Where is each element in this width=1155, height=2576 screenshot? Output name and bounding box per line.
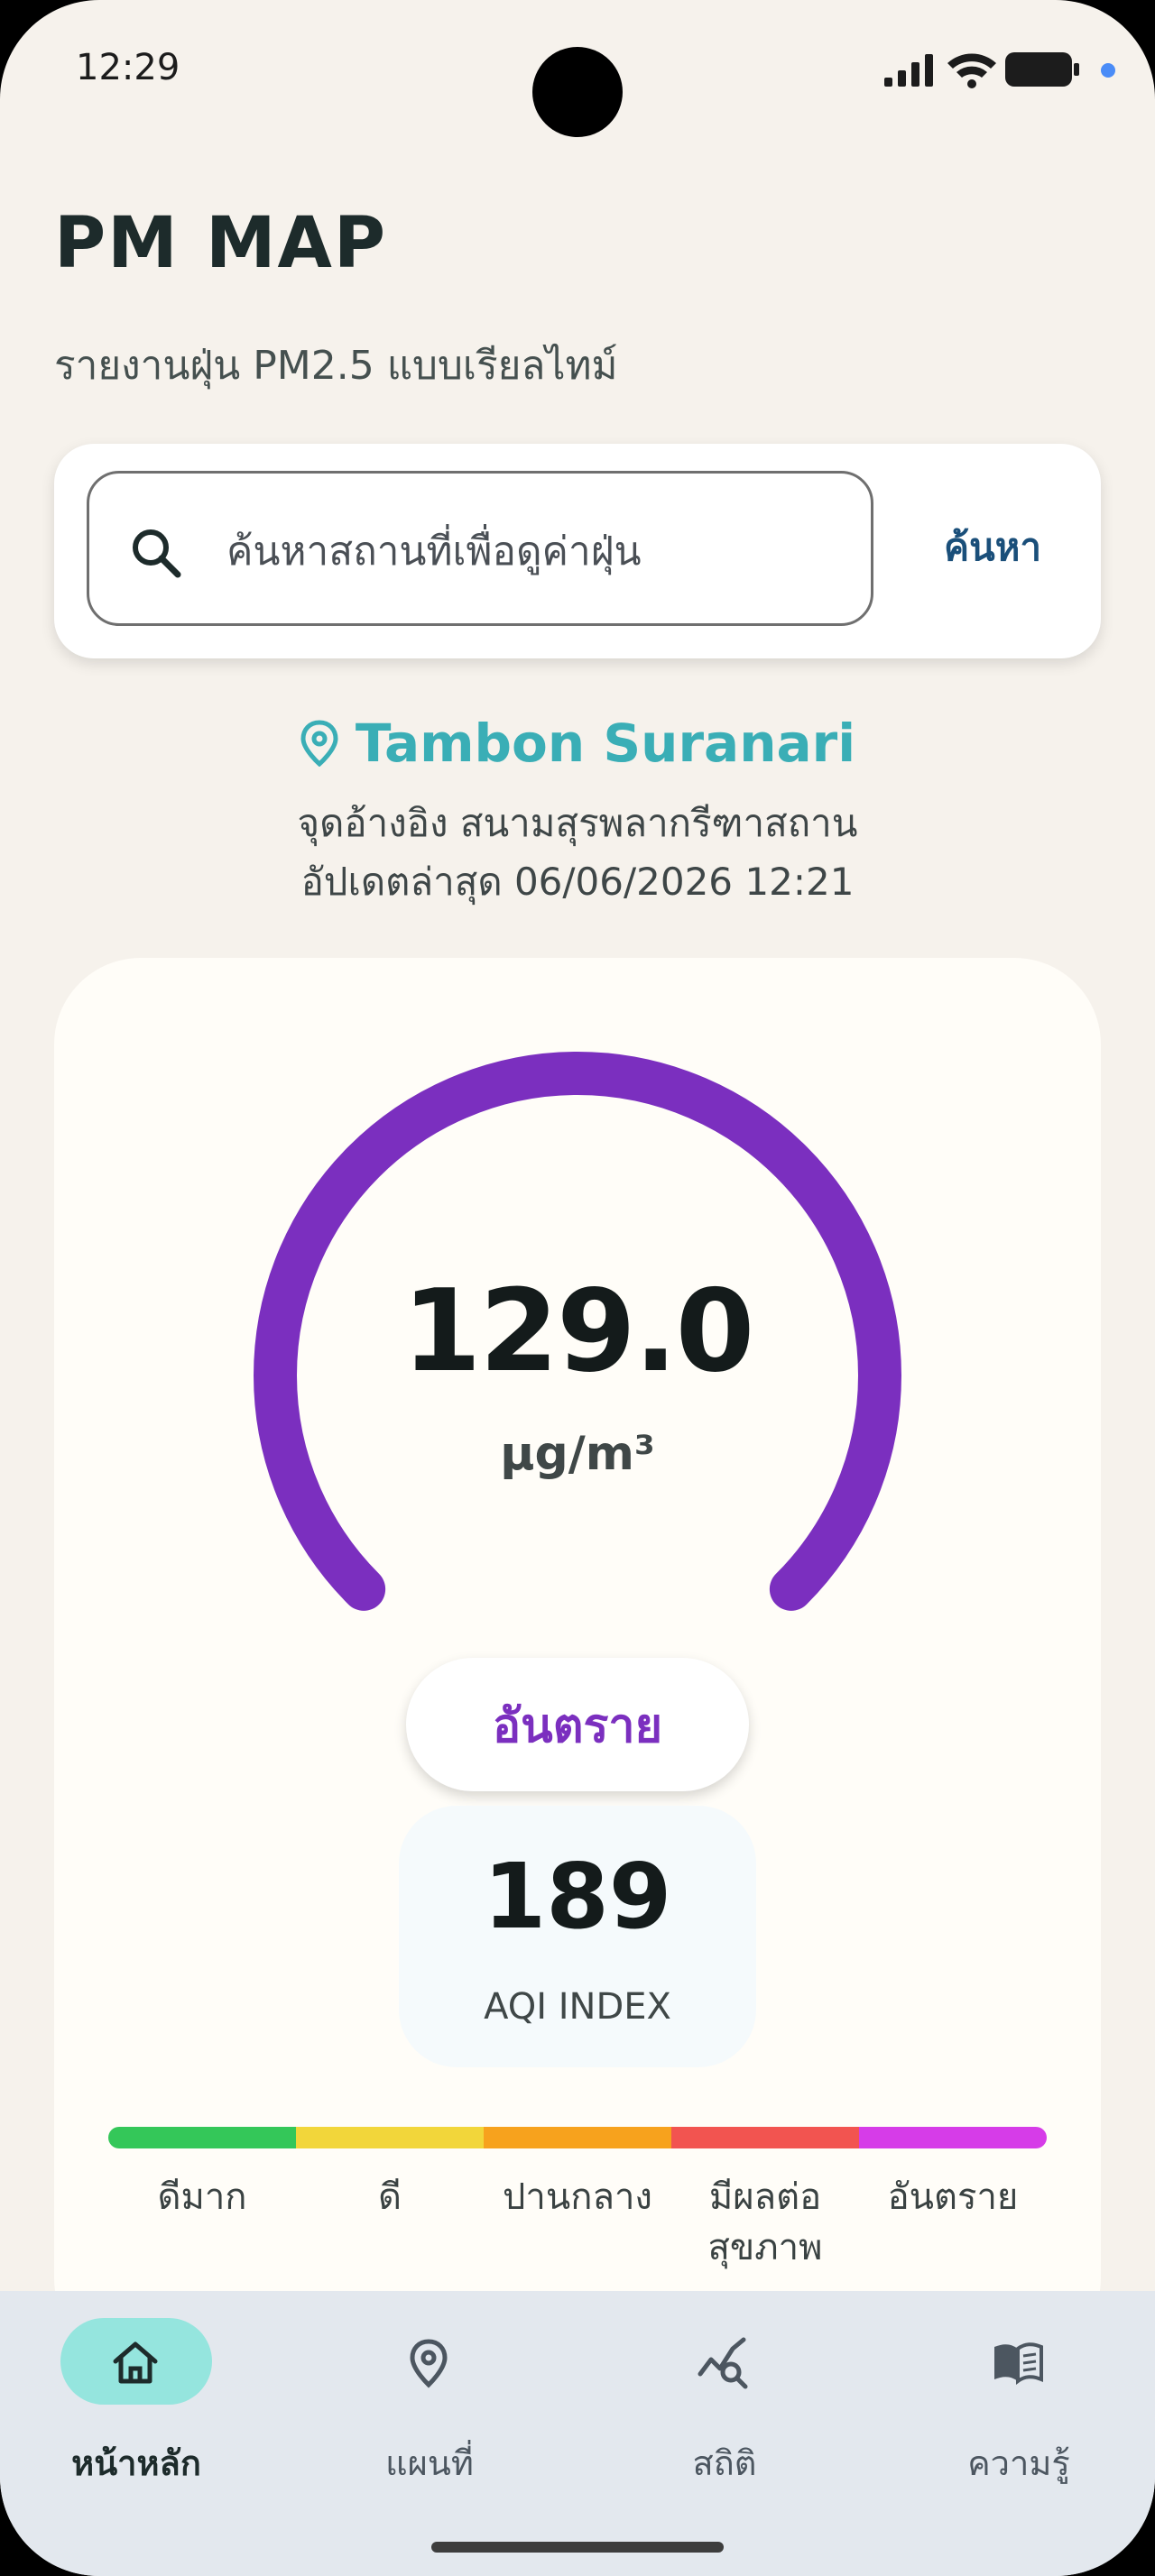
location-pin-icon bbox=[300, 720, 338, 767]
search-input[interactable] bbox=[225, 510, 860, 593]
chart-search-icon bbox=[698, 2337, 748, 2389]
location-reference: จุดอ้างอิง สนามสุรพลากรีฑาสถาน bbox=[297, 801, 858, 845]
nav-label-stats: สถิติ bbox=[692, 2443, 757, 2483]
home-icon bbox=[113, 2341, 158, 2384]
nav-label-home: หน้าหลัก bbox=[71, 2443, 201, 2483]
page-title: PM MAP bbox=[54, 203, 388, 284]
last-updated: อัปเดตล่าสุด 06/06/2026 12:21 bbox=[300, 860, 855, 904]
nav-label-knowledge: ความรู้ bbox=[967, 2443, 1070, 2483]
nav-item-map[interactable]: แผนที่ bbox=[311, 2318, 600, 2498]
search-button[interactable]: ค้นหา bbox=[902, 498, 1083, 597]
scale-label: ปานกลาง bbox=[503, 2176, 652, 2218]
aqi-color-scale bbox=[108, 2127, 1047, 2148]
nav-label-map: แผนที่ bbox=[385, 2443, 474, 2483]
wifi-icon bbox=[947, 53, 996, 88]
scale-segment bbox=[108, 2127, 296, 2148]
aqi-label: AQI INDEX bbox=[484, 1986, 671, 2028]
nav-item-stats[interactable]: สถิติ bbox=[606, 2318, 895, 2498]
search-card: ค้นหา bbox=[54, 444, 1101, 658]
map-pin-icon bbox=[410, 2339, 448, 2388]
pm-reading-card: 129.0 µg/m³ อันตราย 189 AQI INDEX ดีมากด… bbox=[54, 958, 1101, 2365]
scale-segment bbox=[296, 2127, 484, 2148]
status-time: 12:29 bbox=[76, 47, 180, 88]
front-camera bbox=[532, 47, 623, 137]
search-box[interactable] bbox=[87, 471, 873, 626]
aqi-value: 189 bbox=[483, 1844, 672, 1949]
battery-icon bbox=[1005, 52, 1079, 87]
aqi-scale-labels: ดีมาก ดี ปานกลาง มีผลต่อ สุขภาพ อันตราย bbox=[108, 2172, 1047, 2273]
scale-label: อันตราย bbox=[887, 2176, 1019, 2218]
pm25-unit: µg/m³ bbox=[500, 1427, 655, 1481]
book-icon bbox=[994, 2342, 1043, 2385]
status-bar: 12:29 bbox=[0, 0, 1155, 137]
search-icon bbox=[133, 529, 181, 578]
page-subtitle: รายงานฝุ่น PM2.5 แบบเรียลไทม์ bbox=[54, 343, 618, 389]
scale-label: มีผลต่อ สุขภาพ bbox=[707, 2176, 823, 2268]
scale-label: ดี bbox=[378, 2176, 402, 2218]
scale-segment bbox=[671, 2127, 859, 2148]
location-name: Tambon Suranari bbox=[355, 713, 856, 774]
phone-screen: 12:29 PM MAP รายงานฝุ่น PM2.5 แบบเรียลไท… bbox=[0, 0, 1155, 2576]
privacy-indicator-dot bbox=[1101, 63, 1115, 78]
scale-segment bbox=[484, 2127, 671, 2148]
pm25-value: 129.0 bbox=[402, 1265, 755, 1397]
location-name-row: Tambon Suranari bbox=[300, 713, 855, 774]
scale-segment bbox=[859, 2127, 1047, 2148]
location-header: Tambon Suranari bbox=[0, 713, 1155, 774]
air-quality-level-badge: อันตราย bbox=[406, 1658, 749, 1791]
aqi-box: 189 AQI INDEX bbox=[399, 1806, 756, 2067]
signal-icon bbox=[884, 54, 933, 87]
home-indicator[interactable] bbox=[431, 2542, 724, 2553]
nav-item-knowledge[interactable]: ความรู้ bbox=[901, 2318, 1155, 2498]
scale-label: ดีมาก bbox=[157, 2176, 247, 2218]
nav-item-home[interactable]: หน้าหลัก bbox=[18, 2318, 307, 2498]
bottom-navigation: หน้าหลัก แผนที่ สถิติ ความรู้ bbox=[0, 2291, 1155, 2576]
